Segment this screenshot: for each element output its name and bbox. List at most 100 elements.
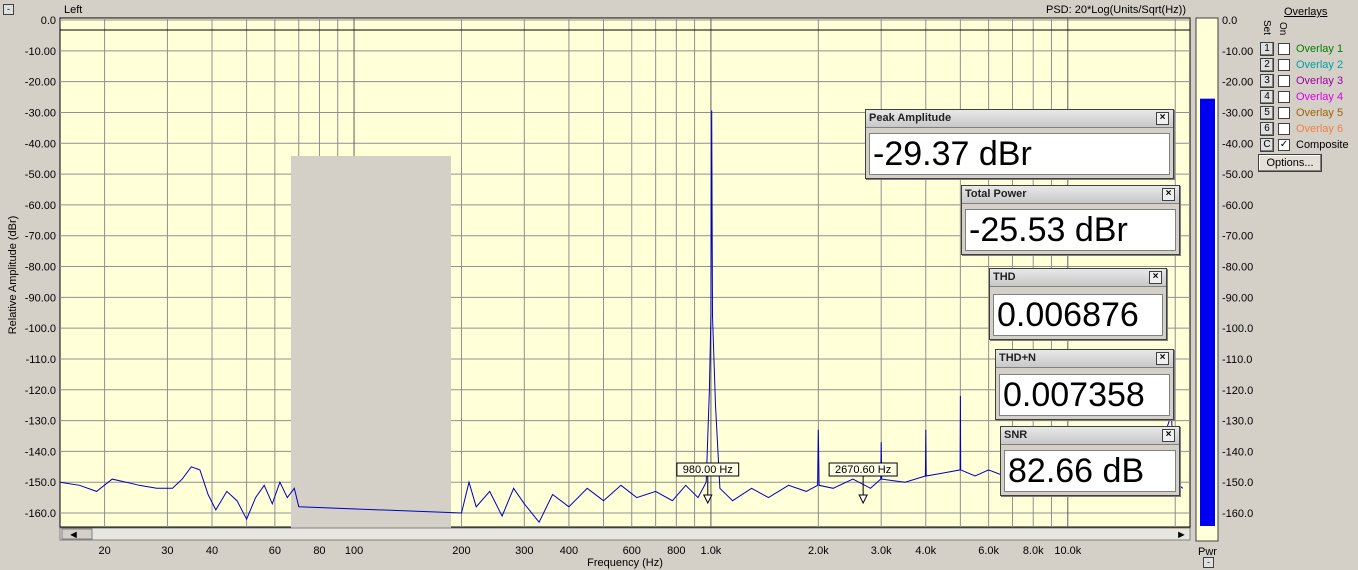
overlay-row[interactable]: 5 Overlay 5 <box>1260 106 1343 120</box>
meter-scale-label: -130.0 <box>1222 416 1253 428</box>
x-tick-label: 600 <box>623 545 641 557</box>
x-tick-label: 6.0k <box>978 545 999 557</box>
on-column-header: On <box>1277 22 1288 36</box>
x-tick-label: 1.0k <box>701 545 722 557</box>
meter-scale-label: -60.00 <box>1222 200 1253 212</box>
overlay-checkbox[interactable] <box>1278 107 1290 119</box>
overlay-row[interactable]: C ✓ Composite <box>1260 138 1349 152</box>
y-tick-label: -130.0 <box>25 416 56 428</box>
y-tick-label: -160.0 <box>25 508 56 520</box>
x-tick-label: 8.0k <box>1023 545 1044 557</box>
thd-title: THD <box>990 269 1166 287</box>
x-tick-label: 2.0k <box>808 545 829 557</box>
thdn-panel[interactable]: THD+N × 0.007358 <box>995 349 1174 420</box>
overlay-set-button[interactable]: 5 <box>1260 106 1274 120</box>
y-tick-label: -110.0 <box>26 354 56 366</box>
overlay-label: Overlay 3 <box>1296 75 1344 87</box>
overlay-set-button[interactable]: 4 <box>1260 90 1274 104</box>
x-tick-label: 800 <box>667 545 685 557</box>
collapse-left-button[interactable]: - <box>3 4 14 15</box>
overlay-checkbox[interactable] <box>1278 43 1290 55</box>
x-tick-label: 4.0k <box>915 545 936 557</box>
overlay-label: Overlay 5 <box>1296 107 1344 119</box>
overlay-row[interactable]: 1 Overlay 1 <box>1260 42 1343 56</box>
overlay-row[interactable]: 6 Overlay 6 <box>1260 122 1343 136</box>
x-tick-label: 300 <box>515 545 533 557</box>
x-tick-label: 100 <box>345 545 363 557</box>
y-tick-label: -90.00 <box>25 292 56 304</box>
meter-scale-label: -120.0 <box>1222 385 1253 397</box>
y-axis-label: Relative Amplitude (dBr) <box>7 216 19 335</box>
overlay-checkbox[interactable]: ✓ <box>1278 139 1290 151</box>
meter-scale-label: -140.0 <box>1222 446 1253 458</box>
overlay-checkbox[interactable] <box>1278 91 1290 103</box>
overlay-row[interactable]: 2 Overlay 2 <box>1260 58 1343 72</box>
overlay-set-button[interactable]: 6 <box>1260 122 1274 136</box>
close-icon[interactable]: × <box>1156 352 1169 365</box>
meter-scale-label: -20.00 <box>1222 77 1253 89</box>
snr-value: 82.66 dB <box>1004 450 1176 492</box>
y-tick-label: -150.0 <box>25 477 56 489</box>
overlays-title: Overlays <box>1284 6 1328 18</box>
meter-scale-label: -40.00 <box>1222 138 1253 150</box>
overlay-label: Overlay 6 <box>1296 123 1344 135</box>
hidden-panel-placeholder <box>291 156 451 528</box>
channel-label: Left <box>64 4 82 16</box>
power-meter-bar <box>1200 98 1215 527</box>
close-icon[interactable]: × <box>1162 188 1175 201</box>
y-tick-label: -140.0 <box>25 446 56 458</box>
overlay-label: Overlay 2 <box>1296 59 1344 71</box>
meter-scale-label: -100.0 <box>1222 323 1253 335</box>
meter-scale-label: -70.00 <box>1222 231 1253 243</box>
marker-label: 980.00 Hz <box>683 464 733 476</box>
y-tick-label: -70.00 <box>25 231 56 243</box>
x-tick-label: 40 <box>206 545 218 557</box>
thd-value: 0.006876 <box>993 294 1163 336</box>
meter-scale-label: -90.00 <box>1222 292 1253 304</box>
set-column-header: Set <box>1261 20 1272 36</box>
x-axis-label: Frequency (Hz) <box>587 557 663 569</box>
options-button[interactable]: Options... <box>1258 154 1322 172</box>
y-tick-label: -80.00 <box>25 262 56 274</box>
snr-title: SNR <box>1001 427 1179 445</box>
overlay-row[interactable]: 3 Overlay 3 <box>1260 74 1343 88</box>
overlay-checkbox[interactable] <box>1278 75 1290 87</box>
meter-scale-label: -10.00 <box>1222 46 1253 58</box>
y-tick-label: 0.0 <box>41 15 56 27</box>
y-tick-label: -40.00 <box>25 138 56 150</box>
meter-scale-label: -160.0 <box>1222 508 1253 520</box>
overlay-row[interactable]: 4 Overlay 4 <box>1260 90 1343 104</box>
scroll-left-arrow[interactable]: ◄ <box>68 529 79 541</box>
snr-panel[interactable]: SNR × 82.66 dB <box>1000 426 1180 496</box>
overlay-set-button[interactable]: 1 <box>1260 42 1274 56</box>
overlay-label: Overlay 1 <box>1296 43 1344 55</box>
close-icon[interactable]: × <box>1162 429 1175 442</box>
peak-amplitude-title: Peak Amplitude <box>866 110 1173 128</box>
overlay-set-button[interactable]: 2 <box>1260 58 1274 72</box>
peak-amplitude-panel[interactable]: Peak Amplitude × -29.37 dBr <box>865 109 1174 179</box>
meter-scale-label: -50.00 <box>1222 169 1253 181</box>
overlay-set-button[interactable]: C <box>1260 138 1274 152</box>
collapse-meter-button[interactable]: - <box>1203 557 1214 568</box>
x-tick-label: 30 <box>161 545 173 557</box>
close-icon[interactable]: × <box>1149 271 1162 284</box>
x-tick-label: 20 <box>98 545 110 557</box>
total-power-panel[interactable]: Total Power × -25.53 dBr <box>961 185 1180 255</box>
x-tick-label: 200 <box>452 545 470 557</box>
close-icon[interactable]: × <box>1156 112 1169 125</box>
thdn-value: 0.007358 <box>999 374 1170 416</box>
y-tick-label: -20.00 <box>25 77 56 89</box>
overlay-set-button[interactable]: 3 <box>1260 74 1274 88</box>
scroll-right-arrow[interactable]: ► <box>1176 529 1187 541</box>
overlay-label: Overlay 4 <box>1296 91 1344 103</box>
horizontal-scrollbar[interactable] <box>59 527 1191 541</box>
marker-label: 2670.60 Hz <box>835 464 891 476</box>
meter-scale-label: -80.00 <box>1222 262 1253 274</box>
thd-panel[interactable]: THD × 0.006876 <box>989 268 1167 340</box>
y-tick-label: -100.0 <box>25 323 56 335</box>
total-power-value: -25.53 dBr <box>965 209 1176 251</box>
overlay-checkbox[interactable] <box>1278 123 1290 135</box>
overlay-label: Composite <box>1296 139 1349 151</box>
overlay-checkbox[interactable] <box>1278 59 1290 71</box>
meter-scale-label: -30.00 <box>1222 107 1253 119</box>
